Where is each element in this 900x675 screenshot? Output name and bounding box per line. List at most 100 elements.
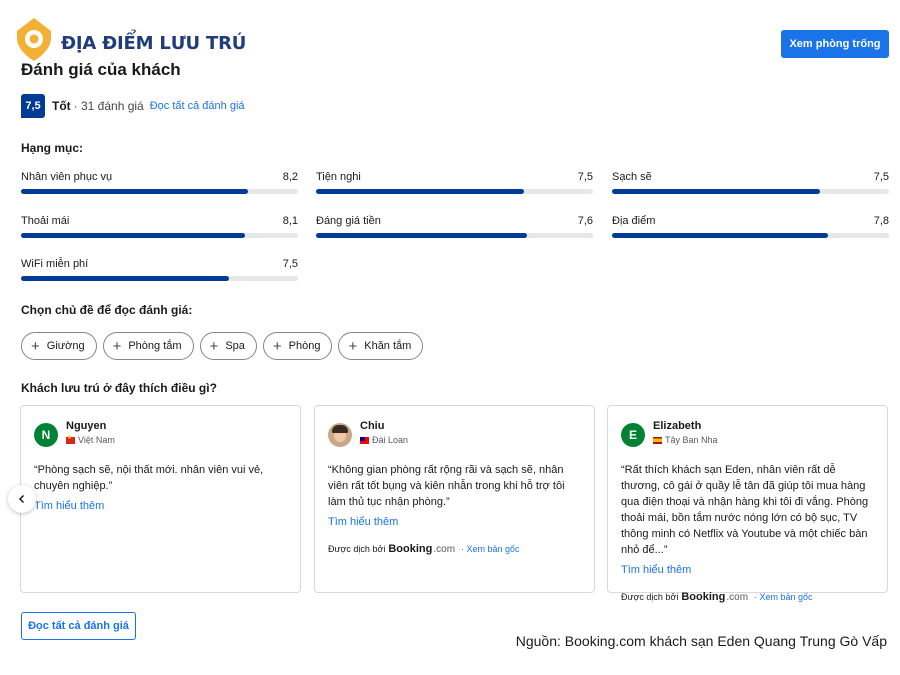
category-bar-fill — [612, 189, 820, 194]
category-bar-fill — [21, 276, 229, 281]
topic-chip-spa[interactable]: + Spa — [199, 332, 257, 360]
booking-logo-text: Booking — [681, 591, 726, 603]
category-label: Thoải mái — [21, 215, 70, 227]
category-bar — [21, 276, 298, 281]
review-count: · 31 đánh giá — [73, 99, 144, 113]
category-bar-fill — [316, 189, 524, 194]
chevron-left-icon — [18, 494, 25, 504]
see-availability-button[interactable]: Xem phòng trống — [781, 30, 889, 58]
category-bar — [316, 233, 593, 238]
avatar — [328, 423, 352, 447]
read-all-reviews-button[interactable]: Đọc tất cả đánh giá — [21, 612, 136, 640]
reviewer-country: Việt Nam — [66, 434, 115, 445]
topic-chip-bathroom[interactable]: + Phòng tắm — [102, 332, 194, 360]
category-wifi: WiFi miễn phí 7,5 — [21, 258, 298, 281]
chip-label: Phòng tắm — [128, 340, 182, 352]
booking-logo-text: Booking — [388, 543, 433, 555]
reviewer-country: Đài Loan — [360, 435, 408, 445]
chip-label: Giường — [46, 340, 85, 352]
category-bar-fill — [21, 233, 246, 238]
translated-by-label: Được dịch bởi — [328, 544, 386, 554]
plus-icon: + — [31, 337, 40, 355]
review-text: “Phòng sạch sẽ, nội thất mới. nhân viên … — [34, 464, 264, 492]
translated-by-label: Được dịch bởi — [621, 592, 679, 602]
page-title: Đánh giá của khách — [21, 60, 181, 79]
chip-label: Phòng — [288, 340, 321, 352]
category-value: 8,2 — [282, 171, 298, 183]
booking-logo-suffix: .com — [433, 543, 456, 555]
category-bar — [21, 189, 298, 194]
read-all-reviews-link[interactable]: Đọc tất cả đánh giá — [150, 100, 245, 112]
read-more-link[interactable]: Tìm hiểu thêm — [621, 564, 691, 576]
category-value: 7,8 — [873, 215, 889, 227]
chip-label: Khăn tắm — [364, 340, 412, 352]
review-text: “Rất thích khách sạn Eden, nhân viên rất… — [621, 464, 869, 556]
reviewer-name: Chiu — [360, 420, 385, 432]
carousel-prev-button[interactable] — [8, 485, 36, 513]
category-label: Nhân viên phục vụ — [21, 171, 113, 183]
spain-flag-icon — [653, 436, 662, 444]
category-label: Tiện nghi — [316, 171, 361, 183]
reviewer-country: Tây Ban Nha — [653, 435, 718, 445]
view-original-link[interactable]: · Xem bản gốc — [461, 544, 520, 554]
category-bar — [316, 189, 593, 194]
topic-chip-room[interactable]: + Phòng — [262, 332, 333, 360]
review-card: N Nguyen Việt Nam “Phòng sạch sẽ, nội th… — [20, 405, 301, 593]
category-value: 7,6 — [577, 215, 593, 227]
plus-icon: + — [209, 337, 219, 355]
location-pin-house-icon — [17, 18, 51, 61]
translated-by: Được dịch bởi Booking .com · Xem bản gốc — [328, 543, 581, 555]
category-bar-fill — [612, 233, 829, 238]
avatar: N — [34, 423, 58, 447]
read-more-link[interactable]: Tìm hiểu thêm — [328, 516, 398, 528]
plus-icon: + — [272, 337, 282, 355]
booking-logo-suffix: .com — [726, 591, 749, 603]
category-bar — [612, 189, 889, 194]
topics-heading: Chọn chủ đề để đọc đánh giá: — [21, 303, 193, 317]
topic-chips: + Giường + Phòng tắm + Spa + Phòng + Khăn tắm — [21, 332, 424, 360]
category-bar-fill — [316, 233, 527, 238]
category-value-for-money: Đáng giá tiền 7,6 — [316, 215, 593, 238]
brand-name: ĐỊA ĐIỂM LƯU TRÚ — [61, 33, 247, 54]
brand-logo[interactable]: ĐỊA ĐIỂM LƯU TRÚ — [14, 16, 246, 62]
category-comfort: Thoải mái 8,1 — [21, 215, 298, 238]
review-text: “Không gian phòng rất rộng rãi và sạch s… — [328, 464, 565, 508]
category-value: 8,1 — [282, 215, 298, 227]
translated-by: Được dịch bởi Booking .com · Xem bản gốc — [621, 591, 874, 603]
country-name: Tây Ban Nha — [665, 435, 718, 445]
read-more-link[interactable]: Tìm hiểu thêm — [34, 500, 104, 512]
category-label: WiFi miễn phí — [21, 258, 89, 270]
category-value: 7,5 — [873, 171, 889, 183]
plus-icon: + — [112, 337, 122, 355]
category-staff: Nhân viên phục vụ 8,2 — [21, 171, 298, 194]
category-cleanliness: Sạch sẽ 7,5 — [612, 171, 889, 194]
category-bar — [612, 233, 889, 238]
review-card: Chiu Đài Loan “Không gian phòng rất rộng… — [314, 405, 595, 593]
chip-label: Spa — [225, 340, 245, 352]
category-label: Đáng giá tiền — [316, 215, 381, 227]
vietnam-flag-icon — [66, 434, 75, 444]
taiwan-flag-icon — [360, 436, 369, 444]
category-value: 7,5 — [282, 258, 298, 270]
score-badge: 7,5 — [21, 94, 45, 118]
score-word: Tốt — [52, 99, 71, 113]
category-label: Sạch sẽ — [612, 171, 652, 183]
review-card: E Elizabeth Tây Ban Nha “Rất thích khách… — [607, 405, 888, 603]
reviewer-name: Elizabeth — [653, 420, 702, 432]
country-name: Việt Nam — [78, 435, 115, 445]
reviewer-name: Nguyen — [66, 420, 107, 432]
liked-heading: Khách lưu trú ở đây thích điều gì? — [21, 381, 217, 395]
category-location: Địa điểm 7,8 — [612, 215, 889, 238]
category-bar-fill — [21, 189, 249, 194]
source-caption: Nguồn: Booking.com khách sạn Eden Quang … — [515, 633, 887, 649]
view-original-link[interactable]: · Xem bản gốc — [754, 592, 813, 602]
topic-chip-bed[interactable]: + Giường — [21, 332, 97, 360]
category-label: Địa điểm — [612, 215, 656, 227]
topic-chip-towel[interactable]: + Khăn tắm — [338, 332, 424, 360]
country-name: Đài Loan — [372, 435, 409, 445]
overall-score: 7,5 Tốt · 31 đánh giá Đọc tất cả đánh gi… — [21, 94, 245, 118]
plus-icon: + — [348, 337, 358, 355]
category-facilities: Tiện nghi 7,5 — [316, 171, 593, 194]
category-value: 7,5 — [577, 171, 593, 183]
avatar-hair — [332, 425, 348, 433]
